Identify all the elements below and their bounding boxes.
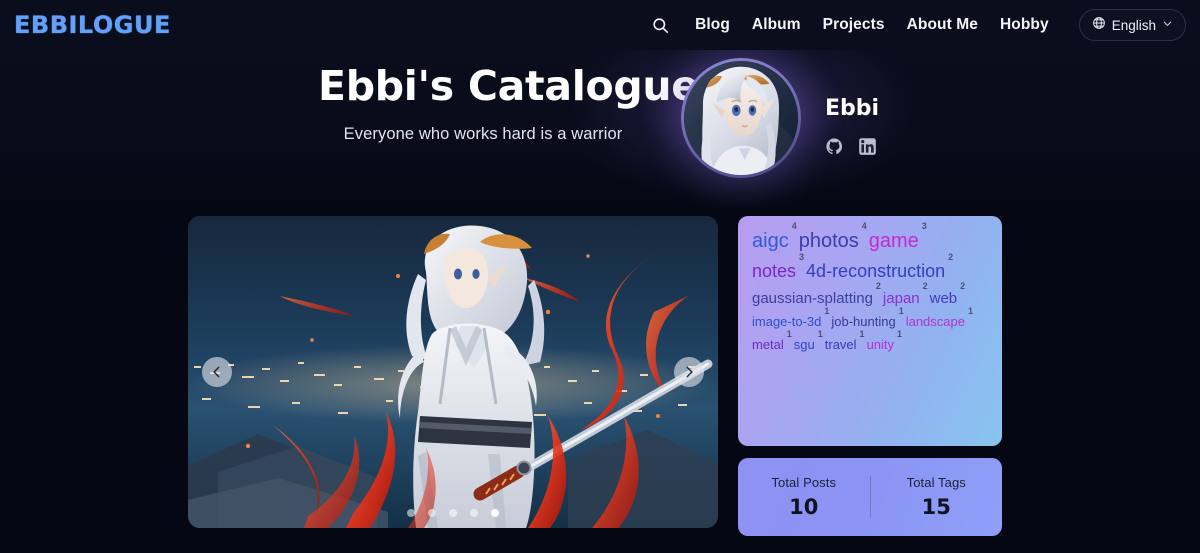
- tag-count: 3: [921, 221, 927, 231]
- hero-text-block: Ebbi's Catalogue Everyone who works hard…: [318, 62, 699, 144]
- carousel-prev-button[interactable]: [202, 357, 232, 387]
- stats-card: Total Posts 10 Total Tags 15: [738, 458, 1002, 536]
- tag-count: 2: [875, 280, 881, 291]
- tag-label: landscape: [905, 313, 965, 329]
- tag-photos[interactable]: photos 4: [798, 221, 867, 253]
- stat-value: 10: [789, 495, 819, 519]
- tag-landscape[interactable]: landscape 1: [905, 306, 973, 330]
- tag-count: 1: [786, 328, 792, 339]
- tag-job-hunting[interactable]: job-hunting 1: [831, 306, 903, 330]
- main-nav: Blog Album Projects About Me Hobby Engli…: [649, 9, 1186, 41]
- site-logo[interactable]: EBBILOGUE: [12, 11, 171, 39]
- tag-list: aigc 4 photos 4 game 3 notes 3 4d-reconstruction…: [752, 221, 988, 353]
- tag-sgu[interactable]: sgu 1: [793, 329, 823, 353]
- stat-label: Total Posts: [771, 475, 837, 490]
- tag-count: 3: [799, 252, 805, 262]
- tag-label: web: [929, 289, 958, 307]
- tag-notes[interactable]: notes 3: [752, 252, 804, 282]
- chevron-right-icon: [682, 365, 696, 379]
- tag-count: 1: [824, 305, 830, 316]
- tag-count: 1: [967, 305, 973, 316]
- tag-count: 1: [897, 328, 903, 339]
- tag-count: 2: [960, 280, 966, 291]
- tag-count: 2: [948, 252, 954, 262]
- chevron-left-icon: [210, 365, 224, 379]
- carousel-pagination: [188, 509, 718, 517]
- tag-image-to-3d[interactable]: image-to-3d 1: [752, 306, 829, 330]
- tag-label: sgu: [793, 336, 815, 352]
- tag-game[interactable]: game 3: [868, 221, 927, 253]
- github-icon[interactable]: [825, 137, 844, 156]
- tag-label: gaussian-splatting: [752, 289, 873, 307]
- nav-item-about-me[interactable]: About Me: [907, 16, 978, 34]
- tag-row: gaussian-splatting 2 japan 2 web 2: [752, 281, 988, 307]
- language-label: English: [1111, 17, 1156, 33]
- stat-label: Total Tags: [906, 475, 966, 490]
- tag-label: notes: [752, 261, 797, 281]
- tag-count: 4: [861, 221, 867, 231]
- hero-section: Ebbi's Catalogue Everyone who works hard…: [0, 50, 1200, 208]
- globe-icon: [1092, 16, 1106, 35]
- tag-count: 2: [922, 280, 928, 291]
- linkedin-icon[interactable]: [858, 137, 877, 156]
- stat-total-tags: Total Tags 15: [871, 475, 1003, 519]
- nav-item-album[interactable]: Album: [752, 16, 801, 34]
- site-header: EBBILOGUE Blog Album Projects About Me H…: [0, 0, 1200, 50]
- carousel-dot[interactable]: [449, 509, 457, 517]
- carousel-dot[interactable]: [470, 509, 478, 517]
- tag-row: image-to-3d 1 job-hunting 1 landscape 1: [752, 306, 988, 330]
- profile-block: Ebbi: [681, 58, 879, 178]
- language-selector[interactable]: English: [1078, 9, 1186, 41]
- tag-count: 1: [817, 328, 823, 339]
- social-links: [825, 137, 879, 156]
- tag-count: 1: [898, 305, 904, 316]
- nav-item-hobby[interactable]: Hobby: [1000, 16, 1049, 34]
- tag-label: metal: [752, 336, 784, 352]
- tag-count: 1: [859, 328, 865, 339]
- profile-name: Ebbi: [825, 96, 880, 121]
- tag-japan[interactable]: japan 2: [882, 281, 928, 307]
- tag-gaussian-splatting[interactable]: gaussian-splatting 2: [752, 281, 881, 307]
- tag-row: aigc 4 photos 4 game 3: [752, 221, 988, 253]
- carousel-dot[interactable]: [491, 509, 499, 517]
- carousel-dot[interactable]: [407, 509, 415, 517]
- tag-label: travel: [824, 336, 857, 352]
- avatar-ring: [681, 58, 801, 178]
- tag-cloud-card: aigc 4 photos 4 game 3 notes 3 4d-reconstruction…: [738, 216, 1002, 446]
- main-content: aigc 4 photos 4 game 3 notes 3 4d-reconstruction…: [0, 208, 1200, 553]
- avatar[interactable]: [684, 61, 798, 175]
- tag-web[interactable]: web 2: [929, 281, 966, 307]
- search-icon[interactable]: [649, 14, 671, 36]
- tag-count: 4: [791, 221, 797, 231]
- tag-label: aigc: [752, 230, 789, 252]
- tag-label: japan: [882, 289, 920, 307]
- tag-row: notes 3 4d-reconstruction 2: [752, 252, 988, 282]
- carousel-next-button[interactable]: [674, 357, 704, 387]
- page-subtitle: Everyone who works hard is a warrior: [343, 125, 623, 144]
- tag-label: game: [868, 230, 919, 252]
- hero-carousel[interactable]: [188, 216, 718, 528]
- stat-total-posts: Total Posts 10: [738, 475, 870, 519]
- tag-label: 4d-reconstruction: [806, 261, 946, 281]
- tag-label: image-to-3d: [752, 313, 822, 329]
- tag-label: job-hunting: [831, 313, 896, 329]
- nav-item-blog[interactable]: Blog: [695, 16, 730, 34]
- tag-label: photos: [798, 230, 859, 252]
- stat-value: 15: [921, 495, 951, 519]
- tag-travel[interactable]: travel 1: [824, 329, 865, 353]
- tag-row: metal 1 sgu 1 travel 1 unity 1: [752, 329, 988, 353]
- nav-item-projects[interactable]: Projects: [823, 16, 885, 34]
- tag-metal[interactable]: metal 1: [752, 329, 792, 353]
- tag-label: unity: [866, 336, 895, 352]
- tag-aigc[interactable]: aigc 4: [752, 221, 797, 253]
- chevron-down-icon: [1162, 16, 1173, 34]
- carousel-dot[interactable]: [428, 509, 436, 517]
- page-title: Ebbi's Catalogue: [318, 62, 699, 110]
- tag-4d-reconstruction[interactable]: 4d-reconstruction 2: [806, 252, 953, 282]
- tag-unity[interactable]: unity 1: [866, 329, 902, 353]
